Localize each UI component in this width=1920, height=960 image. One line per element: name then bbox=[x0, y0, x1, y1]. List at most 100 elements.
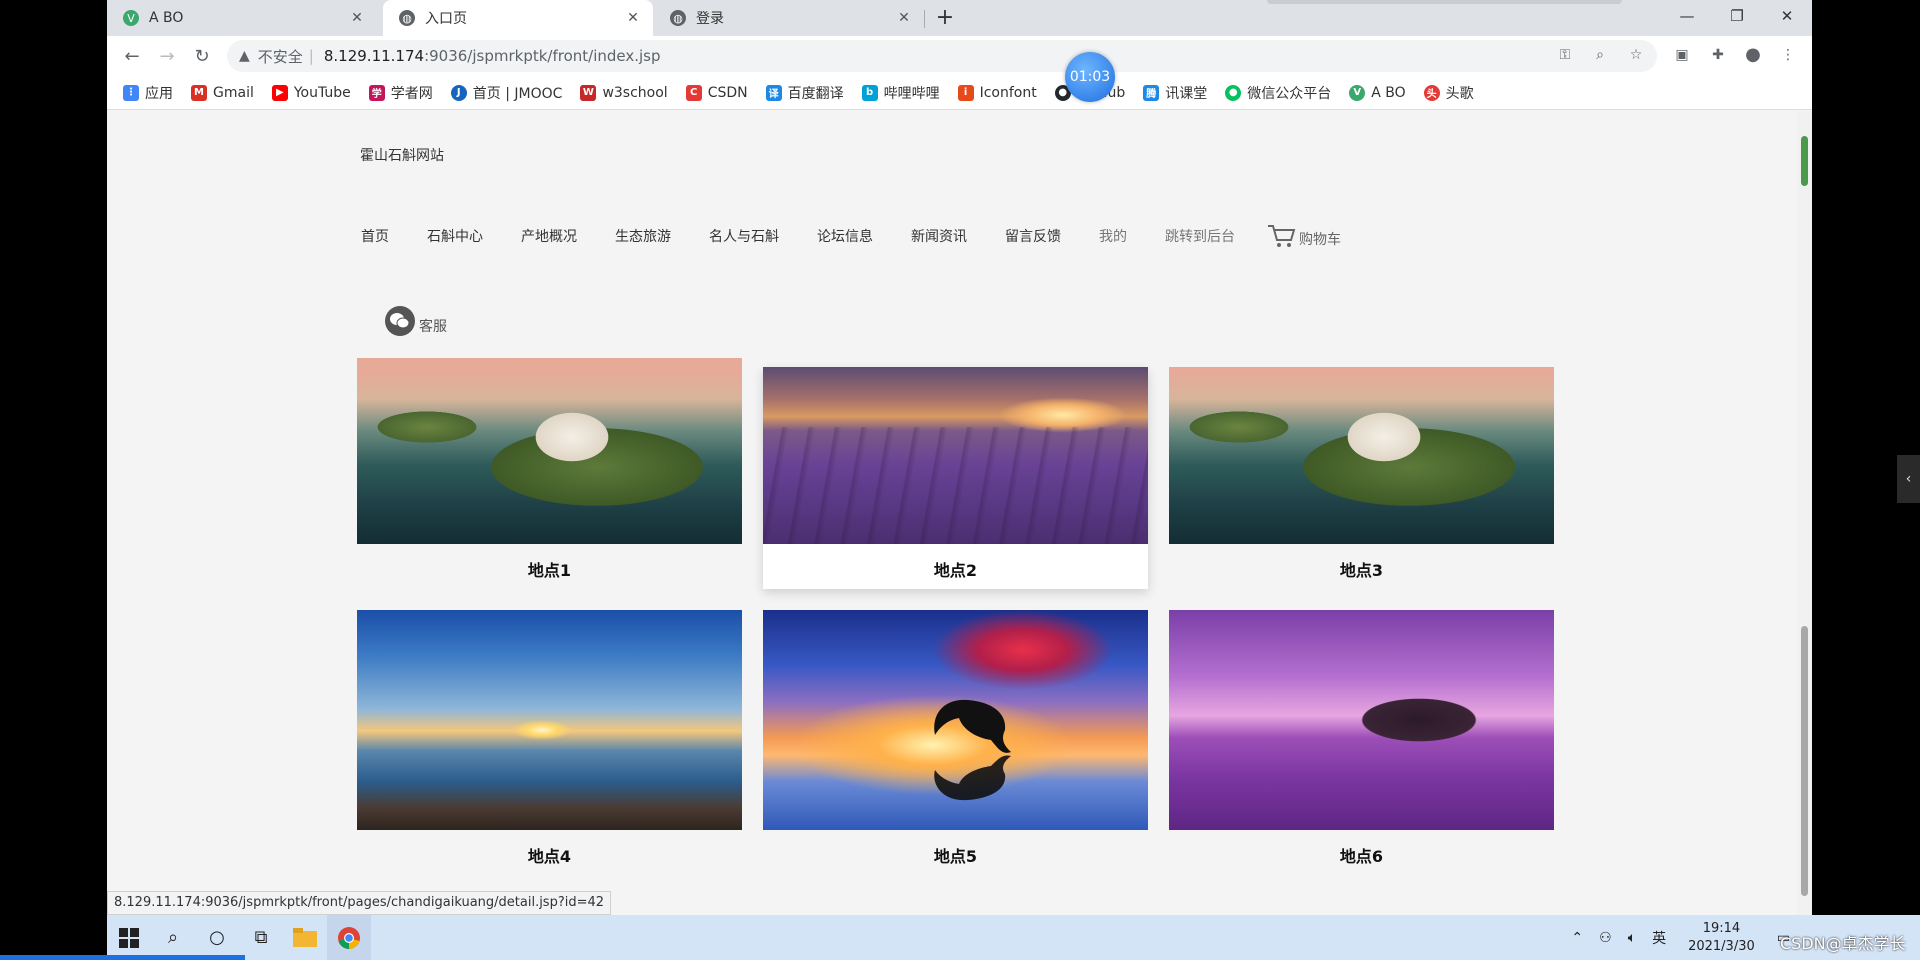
nav-item-forum[interactable]: 论坛信息 bbox=[817, 226, 873, 246]
place-card-2[interactable]: 地点2 bbox=[763, 367, 1148, 589]
key-icon[interactable]: ⚿ bbox=[1554, 44, 1576, 66]
zoom-icon[interactable]: ⌕ bbox=[1589, 44, 1611, 66]
place-caption[interactable]: 地点6 bbox=[1169, 843, 1554, 867]
extension-x-icon[interactable]: ▣ bbox=[1671, 44, 1693, 66]
warning-icon: ▲ bbox=[239, 48, 250, 64]
clock[interactable]: 19:14 2021/3/30 bbox=[1688, 920, 1755, 956]
minimize-icon[interactable]: — bbox=[1662, 0, 1712, 32]
bookmark-gmail[interactable]: M Gmail bbox=[191, 84, 254, 101]
cart-link[interactable]: 购物车 bbox=[1267, 223, 1341, 249]
place-caption[interactable]: 地点2 bbox=[763, 557, 1148, 581]
bookmark-label: 百度翻译 bbox=[787, 85, 844, 102]
place-card-5[interactable]: 地点5 bbox=[763, 610, 1148, 870]
task-view-icon[interactable]: ⧉ bbox=[239, 915, 283, 960]
globe-icon: ◍ bbox=[399, 10, 415, 26]
place-image[interactable] bbox=[1169, 610, 1554, 830]
tray-expand-icon[interactable]: ⌃ bbox=[1571, 930, 1583, 946]
restore-icon[interactable]: ❐ bbox=[1712, 0, 1762, 32]
close-icon[interactable]: ✕ bbox=[894, 10, 914, 26]
windows-start-icon[interactable] bbox=[107, 915, 151, 960]
nav-item-admin[interactable]: 跳转到后台 bbox=[1165, 226, 1235, 246]
nav-item-dendrobium-center[interactable]: 石斛中心 bbox=[427, 226, 483, 246]
place-caption[interactable]: 地点3 bbox=[1169, 557, 1554, 581]
tab-abo[interactable]: V A BO ✕ bbox=[107, 0, 377, 36]
place-image[interactable] bbox=[763, 367, 1148, 544]
bookmark-jmooc[interactable]: J 首页 | JMOOC bbox=[450, 83, 563, 103]
place-caption[interactable]: 地点1 bbox=[357, 557, 742, 581]
close-window-icon[interactable]: ✕ bbox=[1762, 0, 1812, 32]
bookmark-wechat[interactable]: ● 微信公众平台 bbox=[1225, 83, 1331, 103]
clock-date: 2021/3/30 bbox=[1688, 938, 1755, 954]
desktop-screen: V A BO ✕ ◍ 入口页 ✕ ◍ 登录 ✕ + — ❐ ✕ ← → ↻ ▲ … bbox=[0, 0, 1920, 960]
side-collapse-icon[interactable]: ‹ bbox=[1897, 455, 1920, 503]
bookmark-apps[interactable]: ⋮ 应用 bbox=[123, 83, 173, 103]
bookmark-csdn[interactable]: C CSDN bbox=[685, 84, 748, 101]
chrome-icon[interactable] bbox=[327, 915, 371, 960]
bookmark-w3school[interactable]: Ww3school bbox=[580, 84, 668, 101]
place-image[interactable] bbox=[1169, 367, 1554, 544]
bookmark-label: 微信公众平台 bbox=[1247, 85, 1332, 102]
place-card-6[interactable]: 地点6 bbox=[1169, 610, 1554, 870]
nav-item-news[interactable]: 新闻资讯 bbox=[911, 226, 967, 246]
page-scrollbar[interactable] bbox=[1797, 111, 1812, 915]
recording-timer[interactable]: 01:03 bbox=[1065, 52, 1115, 102]
scholar-icon: 学 bbox=[368, 84, 385, 101]
site-title[interactable]: 霍山石斛网站 bbox=[360, 145, 444, 165]
cart-icon bbox=[1268, 225, 1296, 247]
bookmark-iconfont[interactable]: i Iconfont bbox=[957, 84, 1037, 101]
tab-title: 入口页 bbox=[425, 11, 467, 27]
tab-index-page[interactable]: ◍ 入口页 ✕ bbox=[383, 0, 653, 36]
close-icon[interactable]: ✕ bbox=[347, 10, 367, 26]
puzzle-icon[interactable]: ✚ bbox=[1707, 44, 1729, 66]
profile-icon[interactable]: ● bbox=[1742, 44, 1764, 66]
network-icon[interactable]: ⚇ bbox=[1599, 930, 1612, 946]
place-card-3[interactable]: 地点3 bbox=[1169, 367, 1554, 580]
close-icon[interactable]: ✕ bbox=[623, 10, 643, 26]
place-caption[interactable]: 地点4 bbox=[357, 843, 742, 867]
bookmark-baidu-translate[interactable]: 译百度翻译 bbox=[765, 83, 844, 103]
tencent-class-icon: 腾 bbox=[1143, 84, 1160, 101]
bookmark-label: w3school bbox=[602, 84, 668, 101]
bookmark-touge[interactable]: 头头歌 bbox=[1423, 83, 1474, 103]
customer-service-link[interactable]: 客服 bbox=[385, 306, 447, 336]
star-icon[interactable]: ☆ bbox=[1625, 44, 1647, 66]
file-explorer-icon[interactable] bbox=[283, 915, 327, 960]
reload-icon[interactable]: ↻ bbox=[189, 44, 215, 70]
scroll-thumb[interactable] bbox=[1801, 626, 1808, 896]
tab-title: A BO bbox=[149, 10, 184, 26]
place-card-1[interactable]: 地点1 bbox=[357, 367, 742, 580]
place-image[interactable] bbox=[357, 367, 742, 544]
nav-item-feedback[interactable]: 留言反馈 bbox=[1005, 226, 1061, 246]
security-label: 不安全 bbox=[257, 47, 303, 66]
new-tab-button[interactable]: + bbox=[931, 4, 959, 32]
jmooc-icon: J bbox=[450, 84, 467, 101]
nav-item-mine[interactable]: 我的 bbox=[1099, 226, 1127, 246]
csdn-icon: C bbox=[685, 84, 702, 101]
bookmark-youtube[interactable]: ▶ YouTube bbox=[271, 84, 351, 101]
place-image[interactable] bbox=[357, 610, 742, 830]
menu-dots-icon[interactable]: ⋮ bbox=[1777, 44, 1799, 66]
place-image[interactable] bbox=[763, 610, 1148, 830]
nav-item-home[interactable]: 首页 bbox=[361, 226, 389, 246]
ime-indicator[interactable]: 英 bbox=[1652, 928, 1666, 948]
address-bar[interactable]: ▲ 不安全 | 8.129.11.174 :9036/jspmrkptk/fro… bbox=[227, 40, 1657, 72]
abo-icon: V bbox=[1349, 84, 1366, 101]
back-arrow-icon[interactable]: ← bbox=[119, 44, 145, 70]
place-caption[interactable]: 地点5 bbox=[763, 843, 1148, 867]
nav-item-origin[interactable]: 产地概况 bbox=[521, 226, 577, 246]
nav-item-celebrities[interactable]: 名人与石斛 bbox=[709, 226, 779, 246]
place-card-4[interactable]: 地点4 bbox=[357, 610, 742, 870]
nav-item-eco-tourism[interactable]: 生态旅游 bbox=[615, 226, 671, 246]
clock-time: 19:14 bbox=[1702, 920, 1741, 936]
search-icon[interactable]: ⌕ bbox=[151, 915, 195, 960]
globe-icon: ◍ bbox=[670, 10, 686, 26]
forward-arrow-icon[interactable]: → bbox=[154, 44, 180, 70]
tab-login[interactable]: ◍ 登录 ✕ bbox=[654, 0, 924, 36]
bookmark-abo[interactable]: V A BO bbox=[1349, 84, 1406, 101]
volume-icon[interactable]: 🔈︎ bbox=[1628, 930, 1636, 946]
cortana-icon[interactable]: ○ bbox=[195, 915, 239, 960]
bookmark-tencent-class[interactable]: 腾讯课堂 bbox=[1143, 83, 1207, 103]
bookmark-bilibili[interactable]: b 哔哩哔哩 bbox=[861, 83, 940, 103]
bookmark-scholar[interactable]: 学学者网 bbox=[368, 83, 433, 103]
bookmark-label: 首页 | JMOOC bbox=[472, 85, 563, 102]
